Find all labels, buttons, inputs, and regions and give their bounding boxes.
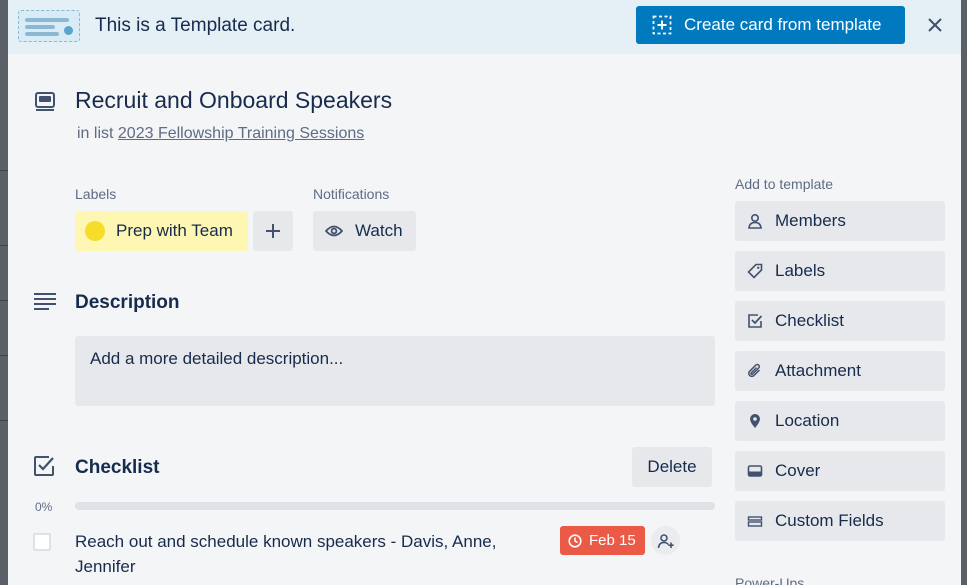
cover-button[interactable]: Cover xyxy=(735,451,945,491)
checklist-item-checkbox[interactable] xyxy=(33,533,51,551)
card-list-info: in list 2023 Fellowship Training Session… xyxy=(77,125,364,143)
paperclip-icon xyxy=(747,363,763,379)
add-label-button[interactable] xyxy=(253,211,293,251)
attachment-button[interactable]: Attachment xyxy=(735,351,945,391)
description-heading: Description xyxy=(75,292,180,313)
checklist-progress-percent: 0% xyxy=(35,500,53,514)
watch-label: Watch xyxy=(355,221,403,240)
location-pin-icon xyxy=(747,413,763,429)
label-chip[interactable]: Prep with Team xyxy=(75,211,248,251)
template-card-illustration-icon xyxy=(18,10,80,42)
attachment-label: Attachment xyxy=(775,361,861,380)
add-card-icon xyxy=(652,15,672,35)
checklist-item-due-date[interactable]: Feb 15 xyxy=(560,526,645,555)
powerups-heading: Power-Ups xyxy=(735,575,805,585)
location-button[interactable]: Location xyxy=(735,401,945,441)
checklist-button[interactable]: Checklist xyxy=(735,301,945,341)
notifications-heading: Notifications xyxy=(313,186,390,202)
members-button[interactable]: Members xyxy=(735,201,945,241)
due-date-label: Feb 15 xyxy=(589,532,636,549)
custom-fields-button[interactable]: Custom Fields xyxy=(735,501,945,541)
list-name-link[interactable]: 2023 Fellowship Training Sessions xyxy=(118,125,364,142)
checklist-label: Checklist xyxy=(775,311,844,330)
checkbox-icon xyxy=(747,313,763,329)
labels-button[interactable]: Labels xyxy=(735,251,945,291)
description-icon xyxy=(33,292,57,317)
tag-icon xyxy=(747,263,763,279)
custom-fields-label: Custom Fields xyxy=(775,511,884,530)
location-label: Location xyxy=(775,411,840,430)
cover-label: Cover xyxy=(775,461,821,480)
assign-member-button[interactable] xyxy=(651,526,680,555)
template-banner-text: This is a Template card. xyxy=(95,15,296,36)
create-card-from-template-button[interactable]: Create card from template xyxy=(636,6,905,44)
in-list-prefix: in list xyxy=(77,125,114,142)
labels-label: Labels xyxy=(775,261,826,280)
eye-icon xyxy=(325,225,343,237)
close-button[interactable] xyxy=(922,12,948,38)
template-banner: This is a Template card. Create card fro… xyxy=(8,0,961,54)
add-member-icon xyxy=(657,533,674,548)
card-title[interactable]: Recruit and Onboard Speakers xyxy=(75,87,392,114)
watch-button[interactable]: Watch xyxy=(313,211,416,251)
cover-icon xyxy=(747,463,763,479)
description-input[interactable]: Add a more detailed description... xyxy=(75,336,715,406)
checklist-heading: Checklist xyxy=(75,457,160,478)
create-card-from-template-label: Create card from template xyxy=(684,15,882,34)
checklist-progress-bar xyxy=(75,502,715,510)
label-color-dot xyxy=(85,221,105,241)
card-icon xyxy=(33,89,57,118)
members-label: Members xyxy=(775,211,846,230)
custom-fields-icon xyxy=(747,513,763,529)
label-chip-text: Prep with Team xyxy=(116,221,233,240)
checklist-icon xyxy=(33,455,55,482)
delete-checklist-button[interactable]: Delete xyxy=(632,447,712,487)
board-backdrop-left xyxy=(0,0,8,585)
checklist-item-text[interactable]: Reach out and schedule known speakers - … xyxy=(75,529,545,579)
labels-heading: Labels xyxy=(75,186,117,202)
plus-icon xyxy=(266,224,280,238)
clock-icon xyxy=(568,533,582,548)
board-backdrop-right xyxy=(961,0,967,585)
card-detail-modal: This is a Template card. Create card fro… xyxy=(8,0,961,585)
add-to-template-heading: Add to template xyxy=(735,176,834,192)
person-icon xyxy=(747,213,763,229)
close-icon xyxy=(928,18,942,32)
